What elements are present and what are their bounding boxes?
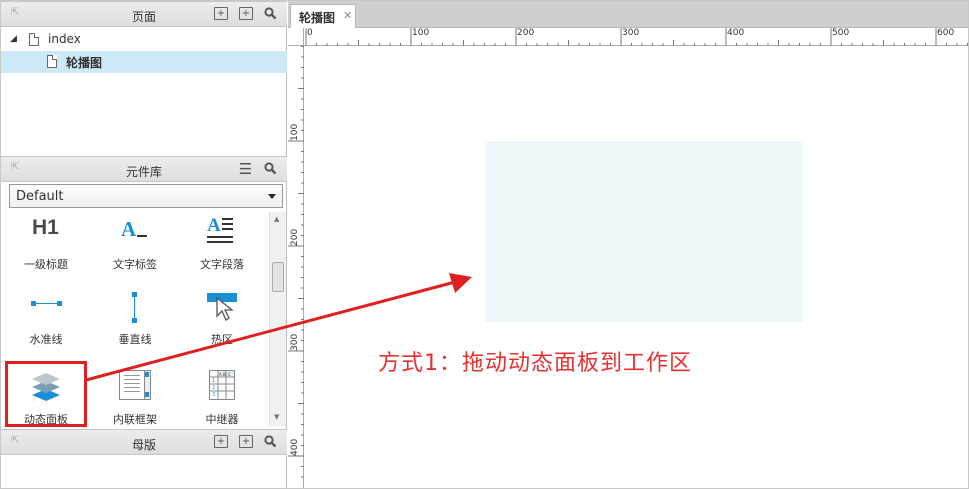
- svg-text:3: 3: [212, 392, 215, 398]
- widget-vertical-line[interactable]: 垂直线: [92, 291, 178, 361]
- scrollbar-thumb[interactable]: [272, 262, 284, 292]
- horizontal-ruler: 0 100 200 300 400 500 600: [304, 28, 968, 46]
- widget-label: 垂直线: [118, 333, 152, 346]
- dynamic-panel-on-canvas[interactable]: [485, 141, 803, 322]
- widget-label: 热区: [211, 333, 233, 346]
- search-icon[interactable]: [263, 162, 278, 177]
- heading1-icon: H1: [32, 216, 59, 239]
- add-folder-icon[interactable]: +: [239, 435, 253, 448]
- ruler-label: 0: [307, 28, 313, 38]
- widget-text-label[interactable]: A 文字标签: [92, 216, 178, 286]
- ruler-label: 200: [290, 228, 300, 246]
- tree-item-label: 轮播图: [66, 56, 103, 70]
- widget-label: 中继器: [205, 413, 239, 426]
- masters-panel-header: ⇱ 母版 + +: [1, 429, 287, 455]
- widget-label: 一级标题: [24, 258, 68, 271]
- library-panel-header: ⇱ 元件库 ☰: [1, 156, 287, 182]
- widget-label: 文字标签: [113, 258, 157, 271]
- menu-icon[interactable]: ☰: [238, 162, 253, 177]
- ruler-label: 600: [937, 28, 955, 38]
- close-icon[interactable]: ✕: [343, 9, 352, 22]
- library-select-value: Default: [16, 189, 64, 204]
- vertical-line-icon: [115, 291, 155, 325]
- scroll-up-icon[interactable]: ▲: [274, 215, 279, 223]
- hotspot-icon: [202, 291, 242, 325]
- page-icon: [47, 55, 57, 68]
- svg-text:C: C: [228, 372, 231, 377]
- search-icon[interactable]: [263, 435, 278, 450]
- horizontal-line-icon: [26, 291, 66, 325]
- tab-label: 轮播图: [299, 11, 336, 25]
- svg-text:A: A: [219, 372, 222, 377]
- inline-frame-icon: [115, 370, 155, 404]
- tree-item-index[interactable]: ◢ index: [1, 29, 287, 51]
- ruler-label: 200: [517, 28, 535, 38]
- svg-text:2: 2: [212, 385, 215, 391]
- ruler-label: 300: [622, 28, 640, 38]
- library-select[interactable]: Default: [9, 184, 283, 208]
- svg-text:1: 1: [212, 378, 215, 384]
- add-master-icon[interactable]: +: [214, 435, 228, 448]
- widget-horizontal-line[interactable]: 水准线: [3, 291, 89, 361]
- tab-carousel[interactable]: 轮播图 ✕: [290, 4, 356, 28]
- tree-item-carousel[interactable]: 轮播图: [1, 51, 287, 73]
- widget-heading1[interactable]: H1 一级标题: [3, 216, 89, 286]
- instruction-annotation: 方式1：拖动动态面板到工作区: [378, 351, 692, 376]
- ruler-label: 400: [727, 28, 745, 38]
- ruler-label: 500: [832, 28, 850, 38]
- ruler-corner: [288, 28, 304, 46]
- tree-item-label: index: [48, 32, 81, 46]
- editor-tab-bar: 轮播图 ✕: [288, 1, 968, 28]
- widget-label: 内联框架: [113, 413, 157, 426]
- ruler-label: 100: [412, 28, 430, 38]
- widget-label: 文字段落: [200, 258, 244, 271]
- pages-panel-header: ⇱ 页面 + +: [1, 1, 287, 27]
- widget-text-paragraph[interactable]: A 文字段落: [179, 215, 265, 286]
- ruler-label: 300: [290, 333, 300, 351]
- add-folder-icon[interactable]: +: [239, 7, 253, 20]
- ruler-label: 400: [290, 438, 300, 456]
- ruler-label: 100: [290, 123, 300, 141]
- widget-hotspot[interactable]: 热区: [179, 291, 265, 361]
- vertical-ruler: 100 200 300 400: [288, 46, 304, 488]
- page-icon: [29, 33, 39, 46]
- add-page-icon[interactable]: +: [214, 7, 228, 20]
- highlight-box: [5, 361, 87, 427]
- text-label-icon: A: [115, 216, 155, 250]
- search-icon[interactable]: [263, 7, 278, 22]
- library-scrollbar[interactable]: ▲ ▼: [269, 212, 286, 426]
- text-paragraph-icon: A: [202, 215, 242, 250]
- svg-text:B: B: [223, 372, 226, 377]
- scroll-down-icon[interactable]: ▼: [274, 413, 279, 421]
- expand-arrow-icon[interactable]: ◢: [10, 34, 17, 44]
- widget-label: 水准线: [29, 333, 63, 346]
- repeater-icon: 1 2 3 A B C: [202, 370, 242, 404]
- chevron-down-icon: [268, 194, 276, 199]
